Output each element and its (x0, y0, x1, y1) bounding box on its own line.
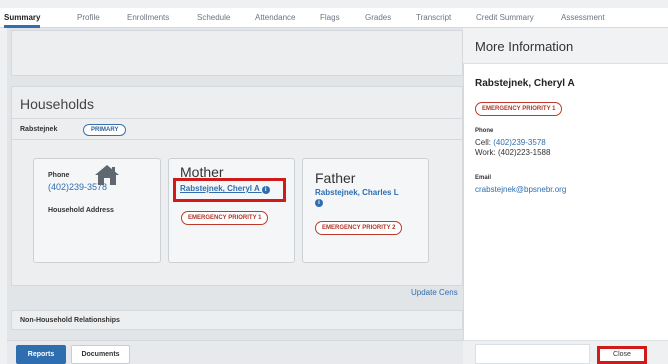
tab-bar: Summary Profile Enrollments Schedule Att… (0, 8, 668, 28)
father-role: Father (315, 170, 356, 186)
tab-attendance[interactable]: Attendance (255, 8, 295, 28)
panel-footer-field (475, 344, 590, 364)
cell-phone: Cell: (402)239-3578 (475, 138, 546, 147)
house-icon (94, 164, 120, 186)
tab-transcript[interactable]: Transcript (416, 8, 451, 28)
cell-label: Cell: (475, 138, 494, 147)
update-census-link[interactable]: Update Cens (411, 288, 458, 297)
emergency-priority-badge: EMERGENCY PRIORITY 1 (181, 211, 269, 225)
primary-badge: PRIMARY (83, 124, 127, 136)
summary-card (11, 30, 463, 76)
tab-credit-summary[interactable]: Credit Summary (476, 8, 534, 28)
divider (11, 118, 463, 119)
tab-assessment[interactable]: Assessment (561, 8, 605, 28)
father-name-link[interactable]: Rabstejnek, Charles L (315, 188, 399, 197)
phone-label: Phone (48, 172, 70, 179)
non-household-label: Non-Household Relationships (20, 317, 120, 324)
tab-schedule[interactable]: Schedule (197, 8, 230, 28)
email-link[interactable]: crabstejnek@bpsnebr.org (475, 185, 566, 194)
emergency-priority-badge: EMERGENCY PRIORITY 2 (315, 221, 403, 235)
household-name: Rabstejnek (20, 126, 58, 133)
info-icon[interactable]: i (315, 199, 323, 207)
info-icon-wrap: i (315, 197, 323, 207)
households-title: Households (20, 96, 94, 112)
tab-profile[interactable]: Profile (77, 8, 100, 28)
tab-summary[interactable]: Summary (4, 8, 41, 28)
contact-name: Rabstejnek, Cheryl A (475, 78, 575, 89)
tab-flags[interactable]: Flags (320, 8, 340, 28)
close-button[interactable]: Close (597, 346, 647, 364)
tab-grades[interactable]: Grades (365, 8, 391, 28)
panel-title: More Information (475, 39, 574, 54)
phone-label: Phone (475, 128, 494, 134)
email-label: Email (475, 175, 492, 181)
highlight-box (173, 178, 286, 202)
divider (11, 139, 463, 140)
reports-button[interactable]: Reports (16, 345, 66, 364)
cell-phone-link[interactable]: (402)239-3578 (493, 138, 545, 147)
work-phone: Work: (402)223-1588 (475, 148, 551, 157)
emergency-priority-badge: EMERGENCY PRIORITY 1 (475, 102, 563, 116)
tab-enrollments[interactable]: Enrollments (127, 8, 169, 28)
documents-button[interactable]: Documents (71, 345, 130, 364)
household-address-label: Household Address (48, 207, 114, 214)
